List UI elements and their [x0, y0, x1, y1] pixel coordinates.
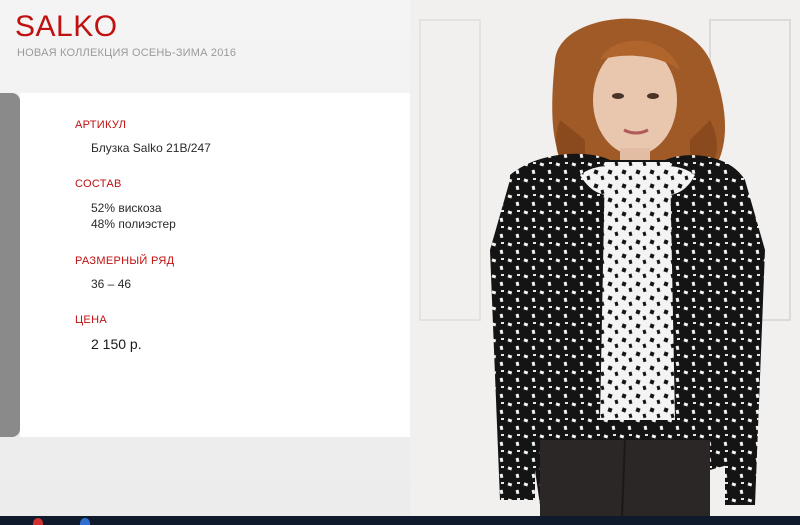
- taskbar-app-icon[interactable]: [33, 518, 43, 525]
- model-illustration: [410, 0, 800, 516]
- price-value: 2 150 р.: [91, 336, 142, 352]
- presentation-slide: SALKO НОВАЯ КОЛЛЕКЦИЯ ОСЕНЬ-ЗИМА 2016 АР…: [0, 0, 800, 516]
- model-photo: [410, 0, 800, 516]
- composition-line-1: 52% вискоза: [91, 201, 162, 215]
- taskbar: [0, 516, 800, 525]
- brand-title: SALKO: [15, 10, 118, 43]
- collection-subtitle: НОВАЯ КОЛЛЕКЦИЯ ОСЕНЬ-ЗИМА 2016: [17, 47, 237, 59]
- composition-line-2: 48% полиэстер: [91, 217, 176, 231]
- size-range-label: РАЗМЕРНЫЙ РЯД: [75, 255, 175, 267]
- taskbar-app-icon-2[interactable]: [80, 518, 90, 525]
- side-tab: [0, 93, 20, 437]
- price-label: ЦЕНА: [75, 314, 107, 326]
- article-value: Блузка Salko 21В/247: [91, 141, 211, 155]
- composition-label: СОСТАВ: [75, 178, 122, 190]
- product-info-card: АРТИКУЛ Блузка Salko 21В/247 СОСТАВ 52% …: [20, 93, 410, 437]
- article-label: АРТИКУЛ: [75, 119, 127, 131]
- size-range-value: 36 – 46: [91, 277, 132, 291]
